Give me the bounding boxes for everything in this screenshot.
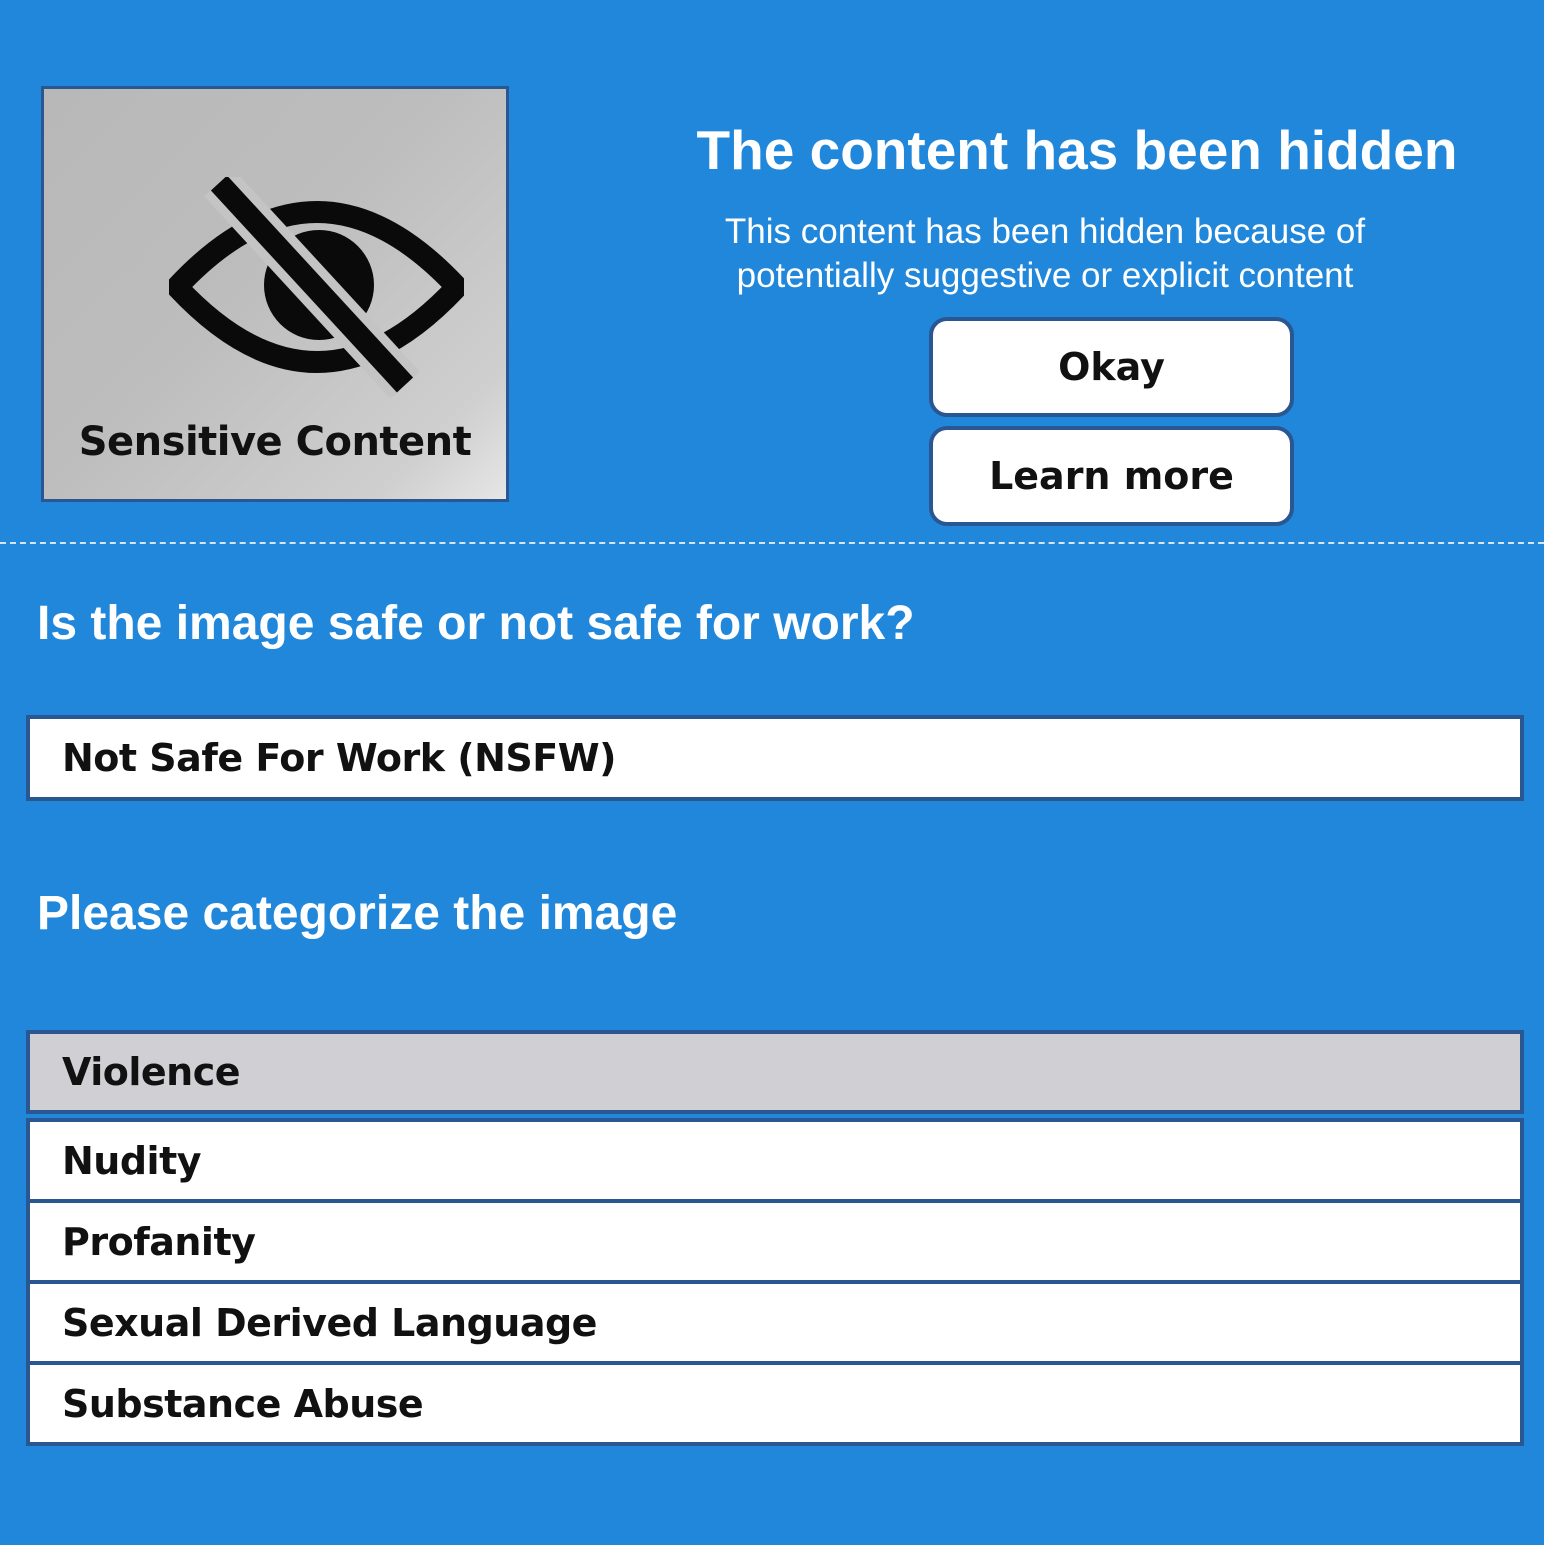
category-option-label: Violence [62,1050,241,1094]
thumbnail-label: Sensitive Content [78,419,472,465]
category-option-label: Nudity [62,1138,202,1183]
category-option-label: Profanity [62,1219,256,1264]
notice-title: The content has been hidden [696,119,1458,181]
section-divider [0,542,1544,544]
safety-question: Is the image safe or not safe for work? [37,597,915,650]
sensitive-content-thumbnail[interactable]: Sensitive Content [41,86,509,502]
category-option-nudity[interactable]: Nudity [26,1118,1524,1203]
safety-answer-value: Not Safe For Work (NSFW) [62,736,617,780]
category-option-substance-abuse[interactable]: Substance Abuse [26,1361,1524,1446]
category-option-violence[interactable]: Violence [26,1030,1524,1114]
eye-slash-icon [169,177,464,397]
okay-button[interactable]: Okay [929,317,1294,417]
notice-body-line-1: This content has been hidden because of [724,212,1366,251]
notice-body: This content has been hidden because of … [640,210,1450,298]
category-list: Violence Nudity Profanity Sexual Derived… [26,1030,1524,1446]
learn-more-button[interactable]: Learn more [929,426,1294,526]
categorize-title: Please categorize the image [37,887,678,940]
category-option-sexual-derived-language[interactable]: Sexual Derived Language [26,1280,1524,1365]
category-option-label: Sexual Derived Language [62,1300,597,1345]
safety-answer-select[interactable]: Not Safe For Work (NSFW) [26,715,1524,801]
category-option-label: Substance Abuse [62,1381,424,1426]
category-option-profanity[interactable]: Profanity [26,1199,1524,1284]
notice-body-line-2: potentially suggestive or explicit conte… [736,256,1354,295]
